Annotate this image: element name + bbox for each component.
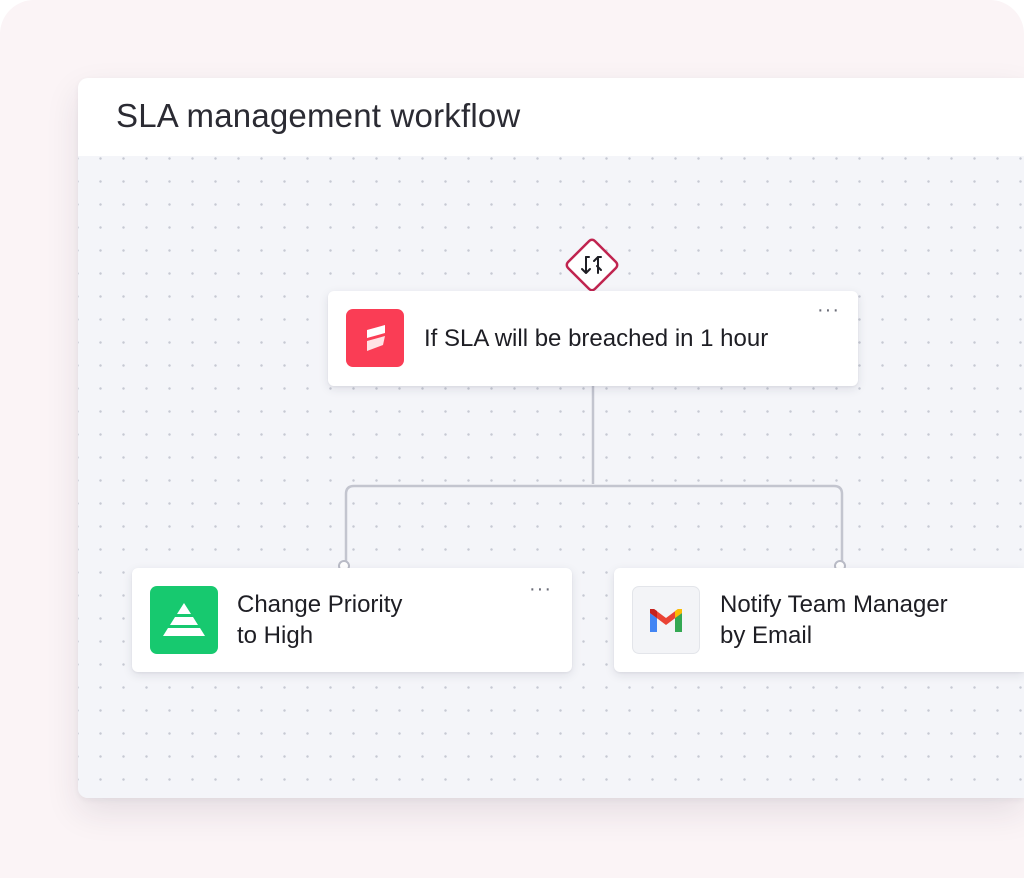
trigger-label: If SLA will be breached in 1 hour (424, 325, 769, 352)
action-card-notify-email[interactable]: Notify Team Manager by Email (614, 568, 1024, 672)
gmail-icon (632, 586, 700, 654)
action-card-change-priority[interactable]: Change Priority to High ··· (132, 568, 572, 672)
action-label-line1: Notify Team Manager (720, 591, 948, 618)
sla-app-icon (346, 309, 404, 367)
branch-node[interactable] (563, 236, 621, 294)
action-label-line2: by Email (720, 622, 813, 649)
action-label-line2: to High (237, 622, 314, 649)
action-label: Change Priority to High (237, 589, 517, 651)
connector-lines (344, 386, 844, 562)
trigger-card[interactable]: If SLA will be breached in 1 hour ··· (328, 291, 858, 386)
more-options-icon[interactable]: ··· (529, 579, 552, 599)
more-options-icon[interactable]: ··· (817, 300, 840, 320)
action-label: Notify Team Manager by Email (720, 589, 1010, 651)
action-label-line1: Change Priority (237, 591, 403, 618)
priority-pyramid-icon (150, 586, 218, 654)
